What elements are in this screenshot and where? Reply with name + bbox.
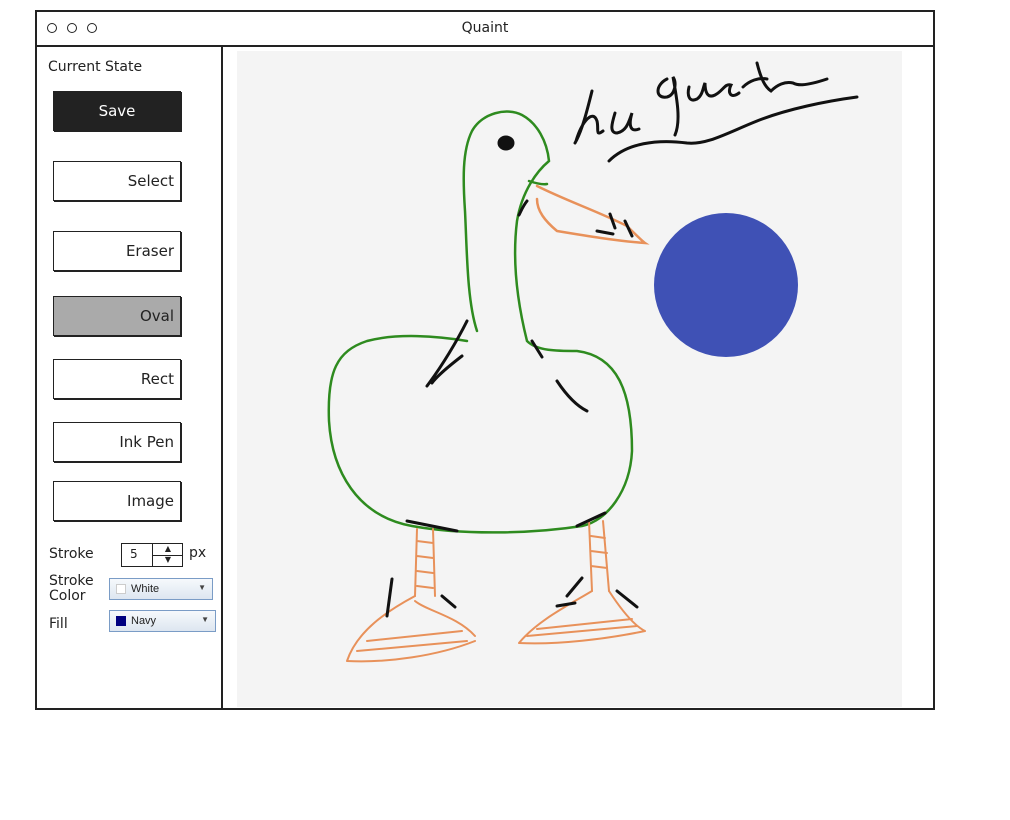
select-tool-button[interactable]: Select [53,161,181,201]
duck-outline[interactable] [327,110,634,534]
chevron-down-icon: ▼ [201,615,209,624]
increment-icon[interactable]: ▲ [156,544,180,554]
stroke-color-select[interactable]: White ▼ [109,578,213,600]
drawing-canvas[interactable] [237,51,902,707]
current-state-label: Current State [48,59,143,75]
window-title: Quaint [461,20,509,36]
image-tool-button[interactable]: Image [53,481,181,521]
fill-color-value: Navy [131,615,157,627]
title-bar: Quaint [37,12,933,47]
ink-accents[interactable] [385,135,639,618]
stroke-color-swatch [116,584,126,594]
fill-label: Fill [49,616,68,632]
fill-color-select[interactable]: Navy ▼ [109,610,216,632]
decrement-icon[interactable]: ▼ [156,555,180,565]
tool-sidebar: Current State Save Select Eraser Oval Re… [37,47,223,708]
stroke-color-value: White [131,583,160,595]
duck-drawing [327,61,859,663]
eraser-tool-button[interactable]: Eraser [53,231,181,271]
stroke-unit-label: px [189,545,207,561]
save-button[interactable]: Save [53,91,181,131]
rect-tool-button[interactable]: Rect [53,359,181,399]
stroke-width-stepper[interactable]: 5 ▲ ▼ [121,543,183,567]
stroke-label: Stroke [49,546,94,562]
stroke-width-value: 5 [130,547,138,561]
stroke-color-label: Stroke Color [49,573,94,604]
chevron-down-icon: ▼ [198,583,206,592]
blue-circle[interactable] [654,213,798,357]
app-window: Quaint Current State Save Select Eraser … [35,10,935,710]
handwriting-le-quack[interactable] [573,61,859,163]
fill-color-swatch [116,616,126,626]
oval-tool-button[interactable]: Oval [53,296,181,336]
ink-pen-tool-button[interactable]: Ink Pen [53,422,181,462]
duck-beak[interactable] [535,184,650,245]
